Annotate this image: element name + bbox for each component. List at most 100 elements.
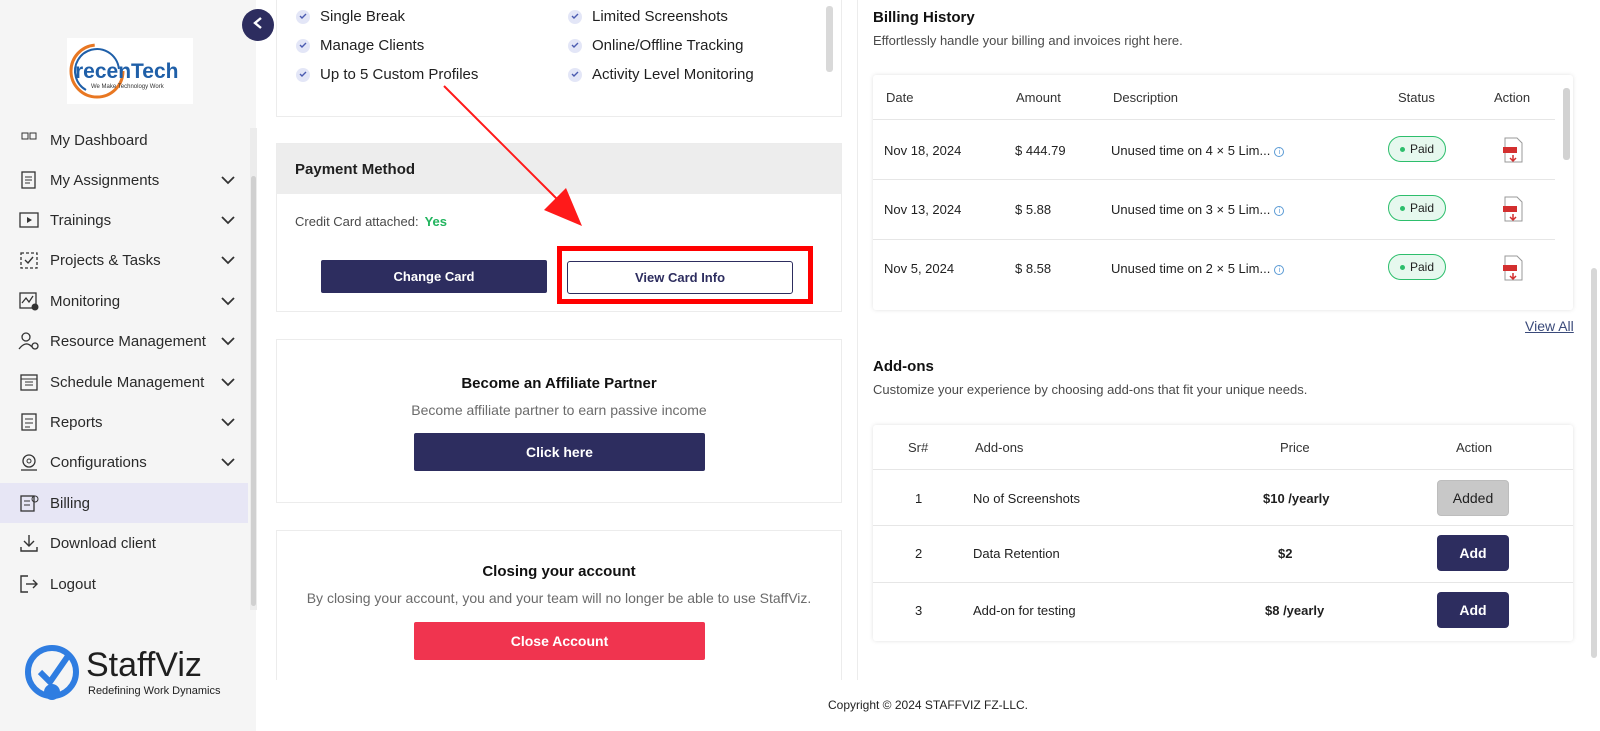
column-header-amount: Amount — [1016, 90, 1061, 105]
pdf-download-icon[interactable] — [1501, 196, 1525, 222]
sidebar-item-schedule-management[interactable]: Schedule Management — [0, 362, 248, 402]
chevron-down-icon[interactable] — [218, 336, 238, 346]
sidebar-item-logout[interactable]: Logout — [0, 564, 248, 604]
sidebar-item-my-dashboard[interactable]: My Dashboard — [0, 128, 248, 160]
sidebar-item-configurations[interactable]: Configurations — [0, 442, 248, 482]
chevron-down-icon[interactable] — [218, 296, 238, 306]
feature-item: Manage Clients — [296, 37, 424, 54]
pdf-download-icon[interactable] — [1501, 137, 1525, 163]
view-card-info-button[interactable]: View Card Info — [567, 261, 793, 294]
addon-sr: 2 — [915, 546, 923, 561]
column-header-status: Status — [1398, 90, 1435, 105]
info-icon[interactable]: i — [1274, 264, 1285, 275]
clipboard-icon — [18, 169, 40, 191]
sidebar-scrollbar[interactable] — [251, 176, 256, 606]
chevron-down-icon[interactable] — [218, 417, 238, 427]
info-icon[interactable]: i — [1274, 146, 1285, 157]
chevron-down-icon[interactable] — [218, 457, 238, 467]
credit-card-status: Credit Card attached: Yes — [295, 214, 447, 229]
sidebar-item-reports[interactable]: Reports — [0, 402, 248, 442]
billing-description: Unused time on 3 × 5 Lim... i — [1111, 202, 1285, 217]
sidebar-item-label: Projects & Tasks — [50, 251, 161, 269]
sidebar-item-resource-management[interactable]: Resource Management — [0, 321, 248, 361]
sidebar-item-label: Monitoring — [50, 292, 121, 310]
chevron-down-icon[interactable] — [218, 255, 238, 265]
sidebar-item-label: My Dashboard — [50, 131, 148, 149]
column-header-action: Action — [1494, 90, 1531, 105]
credit-card-status-value: Yes — [424, 214, 447, 229]
addon-add-button[interactable]: Add — [1437, 535, 1509, 571]
billing-date: Nov 5, 2024 — [884, 261, 955, 276]
logout-icon — [18, 573, 40, 595]
check-icon — [568, 38, 582, 53]
billing-description: Unused time on 4 × 5 Lim... i — [1111, 143, 1285, 158]
monitoring-icon — [18, 290, 40, 312]
change-card-button[interactable]: Change Card — [321, 260, 547, 293]
sidebar-item-label: Configurations — [50, 453, 147, 471]
sidebar-item-trainings[interactable]: Trainings — [0, 200, 248, 240]
sidebar-item-label: Download client — [50, 534, 156, 552]
column-header-action: Action — [1456, 440, 1493, 455]
addon-sr: 1 — [915, 491, 923, 506]
chevron-down-icon[interactable] — [218, 175, 238, 185]
sidebar-item-label: Billing — [50, 494, 91, 512]
addon-add-button[interactable]: Add — [1437, 592, 1509, 628]
staffviz-logo: StaffViz Redefining Work Dynamics — [24, 642, 250, 704]
sidebar-item-label: Logout — [50, 575, 96, 593]
svg-text:StaffViz: StaffViz — [86, 646, 202, 684]
user-gear-icon — [18, 330, 40, 352]
addons-table: Sr# Add-ons Price Action 1 No of Screens… — [873, 425, 1573, 641]
chevron-down-icon[interactable] — [218, 215, 238, 225]
view-all-link[interactable]: View All — [1525, 318, 1574, 334]
sidebar-item-monitoring[interactable]: Monitoring — [0, 281, 248, 321]
addon-added-button[interactable]: Added — [1437, 480, 1509, 516]
collapse-sidebar-button[interactable] — [242, 9, 274, 41]
chevron-down-icon[interactable] — [218, 377, 238, 387]
sidebar-item-label: Schedule Management — [50, 373, 205, 391]
check-icon — [296, 38, 310, 53]
sidebar-item-my-assignments[interactable]: My Assignments — [0, 160, 248, 200]
billing-date: Nov 13, 2024 — [884, 202, 962, 217]
page-scrollbar[interactable] — [1591, 268, 1597, 658]
svg-text:Redefining Work Dynamics: Redefining Work Dynamics — [88, 685, 221, 697]
sidebar-item-billing[interactable]: Billing — [0, 483, 248, 523]
billing-history-subtitle: Effortlessly handle your billing and inv… — [873, 33, 1183, 48]
play-icon — [18, 209, 40, 231]
calendar-icon — [18, 371, 40, 393]
company-logo: recenTech We Make Technology Work — [67, 38, 193, 104]
addons-subtitle: Customize your experience by choosing ad… — [873, 382, 1308, 397]
status-badge: Paid — [1388, 254, 1446, 280]
affiliate-card: Become an Affiliate Partner Become affil… — [276, 339, 842, 503]
billing-table-scrollbar[interactable] — [1563, 88, 1570, 160]
addon-name: No of Screenshots — [973, 491, 1080, 506]
feature-item: Limited Screenshots — [568, 8, 728, 25]
info-icon[interactable]: i — [1274, 205, 1285, 216]
app-root: recenTech We Make Technology Work My Das… — [0, 0, 1600, 731]
affiliate-click-here-button[interactable]: Click here — [414, 433, 705, 471]
invoice-icon — [18, 492, 40, 514]
billing-amount: $ 5.88 — [1015, 202, 1052, 217]
sidebar-nav: My Dashboard My Assignments Trainings Pr… — [0, 128, 248, 608]
task-board-icon — [18, 249, 40, 271]
billing-date: Nov 18, 2024 — [884, 143, 962, 158]
feature-item: Up to 5 Custom Profiles — [296, 66, 478, 83]
billing-amount: $ 8.58 — [1015, 261, 1052, 276]
sidebar: recenTech We Make Technology Work My Das… — [0, 0, 257, 731]
row-divider — [873, 179, 1555, 180]
billing-history-table: Date Amount Description Status Action No… — [873, 75, 1573, 310]
download-icon — [18, 532, 40, 554]
close-account-button[interactable]: Close Account — [414, 622, 705, 660]
pdf-download-icon[interactable] — [1501, 255, 1525, 281]
sidebar-item-label: Reports — [50, 413, 103, 431]
row-divider — [873, 119, 1555, 120]
sidebar-item-download-client[interactable]: Download client — [0, 523, 248, 563]
affiliate-subtitle: Become affiliate partner to earn passive… — [411, 402, 707, 418]
svg-text:recenTech: recenTech — [75, 60, 179, 83]
addon-name: Data Retention — [973, 546, 1060, 561]
addon-sr: 3 — [915, 603, 923, 618]
column-header-addons: Add-ons — [975, 440, 1024, 455]
sidebar-item-projects-tasks[interactable]: Projects & Tasks — [0, 240, 248, 280]
check-icon — [568, 67, 582, 82]
chevron-left-icon — [253, 16, 263, 34]
plan-card-scrollbar[interactable] — [826, 6, 833, 72]
